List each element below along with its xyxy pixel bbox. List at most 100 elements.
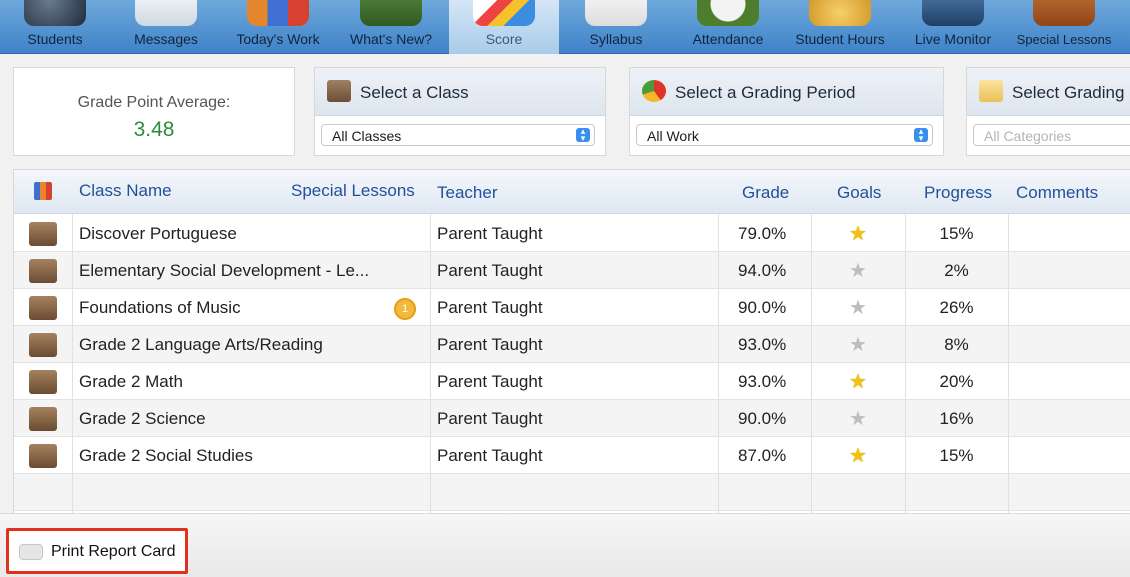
header-special-lessons[interactable]: Special Lessons [291,181,415,201]
box-icon [29,296,57,320]
goal-star-icon[interactable]: ★ [849,295,867,320]
teacher-cell: Parent Taught [437,224,543,243]
nav-attendance[interactable]: Attendance [673,0,783,54]
box-icon [327,80,351,102]
grade-cell: 90.0% [738,298,787,317]
goal-star-icon[interactable]: ★ [849,258,867,283]
goal-star-icon[interactable]: ★ [849,369,867,394]
print-report-card-button[interactable]: Print Report Card [6,528,188,574]
class-name-cell[interactable]: Discover Portuguese [79,224,237,244]
box-icon [29,444,57,468]
table-row[interactable]: Grade 2 Science Parent Taught 90.0% ★ 16% [14,400,1130,437]
header-teacher[interactable]: Teacher [437,183,497,203]
teacher-cell: Parent Taught [437,446,543,465]
nav-students[interactable]: Students [0,0,110,54]
score-chart-icon [473,0,535,26]
bell-icon [809,0,871,26]
category-filter-title: Select Grading C [1012,83,1130,102]
nav-student-hours[interactable]: Student Hours [785,0,895,54]
period-select-value: All Work [647,128,699,144]
printer-icon [19,544,43,560]
header-grade[interactable]: Grade [742,183,789,203]
table-row[interactable]: Grade 2 Social Studies Parent Taught 87.0%… [14,437,1130,474]
students-icon [24,0,86,26]
class-name-cell[interactable]: Foundations of Music [79,298,241,318]
class-name-cell[interactable]: Grade 2 Language Arts/Reading [79,335,323,355]
books-icon [247,0,309,26]
class-filter-title: Select a Class [360,83,469,102]
gpa-card: Grade Point Average: 3.48 [13,67,295,156]
category-select[interactable]: All Categories [973,124,1130,146]
nav-label: Messages [134,31,198,47]
nav-score[interactable]: Score [449,0,559,54]
nav-messages[interactable]: Messages [111,0,221,54]
box-icon [29,333,57,357]
special-lesson-badge-icon[interactable]: 1 [394,298,416,320]
category-filter-header: Select Grading C [967,68,1130,116]
goal-star-icon[interactable]: ★ [849,443,867,468]
table-row[interactable]: Grade 2 Language Arts/Reading Parent Taug… [14,326,1130,363]
nav-syllabus[interactable]: Syllabus [561,0,671,54]
grade-cell: 87.0% [738,446,787,465]
period-filter-title: Select a Grading Period [675,83,856,102]
top-nav: Students Messages Today's Work What's Ne… [0,0,1130,54]
nav-label: Syllabus [589,31,643,47]
class-filter-header: Select a Class [315,68,605,116]
teacher-cell: Parent Taught [437,335,543,354]
monitor-icon [922,0,984,26]
footer-bar: Print Report Card [0,513,1130,577]
header-comments[interactable]: Comments [1016,183,1098,203]
progress-cell: 15% [939,446,974,465]
column-divider [430,214,431,513]
class-select[interactable]: All Classes ▴ ▾ [321,124,595,146]
select-arrows-icon: ▴ ▾ [914,127,928,143]
nav-label: Student Hours [795,31,885,47]
goal-star-icon[interactable]: ★ [849,332,867,357]
teacher-cell: Parent Taught [437,409,543,428]
class-name-cell[interactable]: Grade 2 Math [79,372,183,392]
header-class-name[interactable]: Class Name [79,181,172,201]
gpa-value: 3.48 [133,118,175,141]
nav-todays-work[interactable]: Today's Work [223,0,333,54]
nav-special-lessons[interactable]: Special Lessons [1009,0,1119,54]
table-row[interactable]: Grade 2 Math Parent Taught 93.0% ★ 20% [14,363,1130,400]
clock-icon [697,0,759,26]
progress-cell: 16% [939,409,974,428]
bag-icon [360,0,422,26]
select-arrows-icon: ▴ ▾ [576,127,590,143]
period-select[interactable]: All Work ▴ ▾ [636,124,933,146]
empty-table-row [14,474,1130,511]
nav-label: Attendance [692,31,764,47]
progress-cell: 15% [939,224,974,243]
nav-label: What's New? [349,31,433,47]
nav-live-monitor[interactable]: Live Monitor [898,0,1008,54]
grade-cell: 93.0% [738,335,787,354]
category-select-value: All Categories [984,128,1072,144]
teacher-cell: Parent Taught [437,261,543,280]
progress-cell: 26% [939,298,974,317]
nav-whats-new[interactable]: What's New? [336,0,446,54]
header-goals[interactable]: Goals [837,183,881,203]
class-name-cell[interactable]: Grade 2 Social Studies [79,446,253,466]
column-divider [1008,214,1009,513]
class-select-value: All Classes [332,128,402,144]
table-row[interactable]: Foundations of Music 1 Parent Taught 90.0% ★… [14,289,1130,326]
table-row[interactable]: Elementary Social Development - Le... Par… [14,252,1130,289]
briefcase-icon [1033,0,1095,26]
class-name-cell[interactable]: Elementary Social Development - Le... [79,261,369,281]
grade-cell: 94.0% [738,261,787,280]
period-filter-header: Select a Grading Period [630,68,943,116]
table-header: Class Name Special Lessons Teacher Grade… [14,170,1130,214]
goal-star-icon[interactable]: ★ [849,221,867,246]
nav-label: Live Monitor [914,31,992,47]
class-name-cell[interactable]: Grade 2 Science [79,409,206,429]
box-icon [29,259,57,283]
books-icon [34,182,52,200]
box-icon [29,222,57,246]
goal-star-icon[interactable]: ★ [849,406,867,431]
table-row[interactable]: Discover Portuguese Parent Taught 79.0% ★ 15… [14,215,1130,252]
gpa-label: Grade Point Average: [77,94,231,111]
period-filter-card: Select a Grading Period All Work ▴ ▾ [629,67,944,156]
class-filter-card: Select a Class All Classes ▴ ▾ [314,67,606,156]
header-progress[interactable]: Progress [924,183,992,203]
